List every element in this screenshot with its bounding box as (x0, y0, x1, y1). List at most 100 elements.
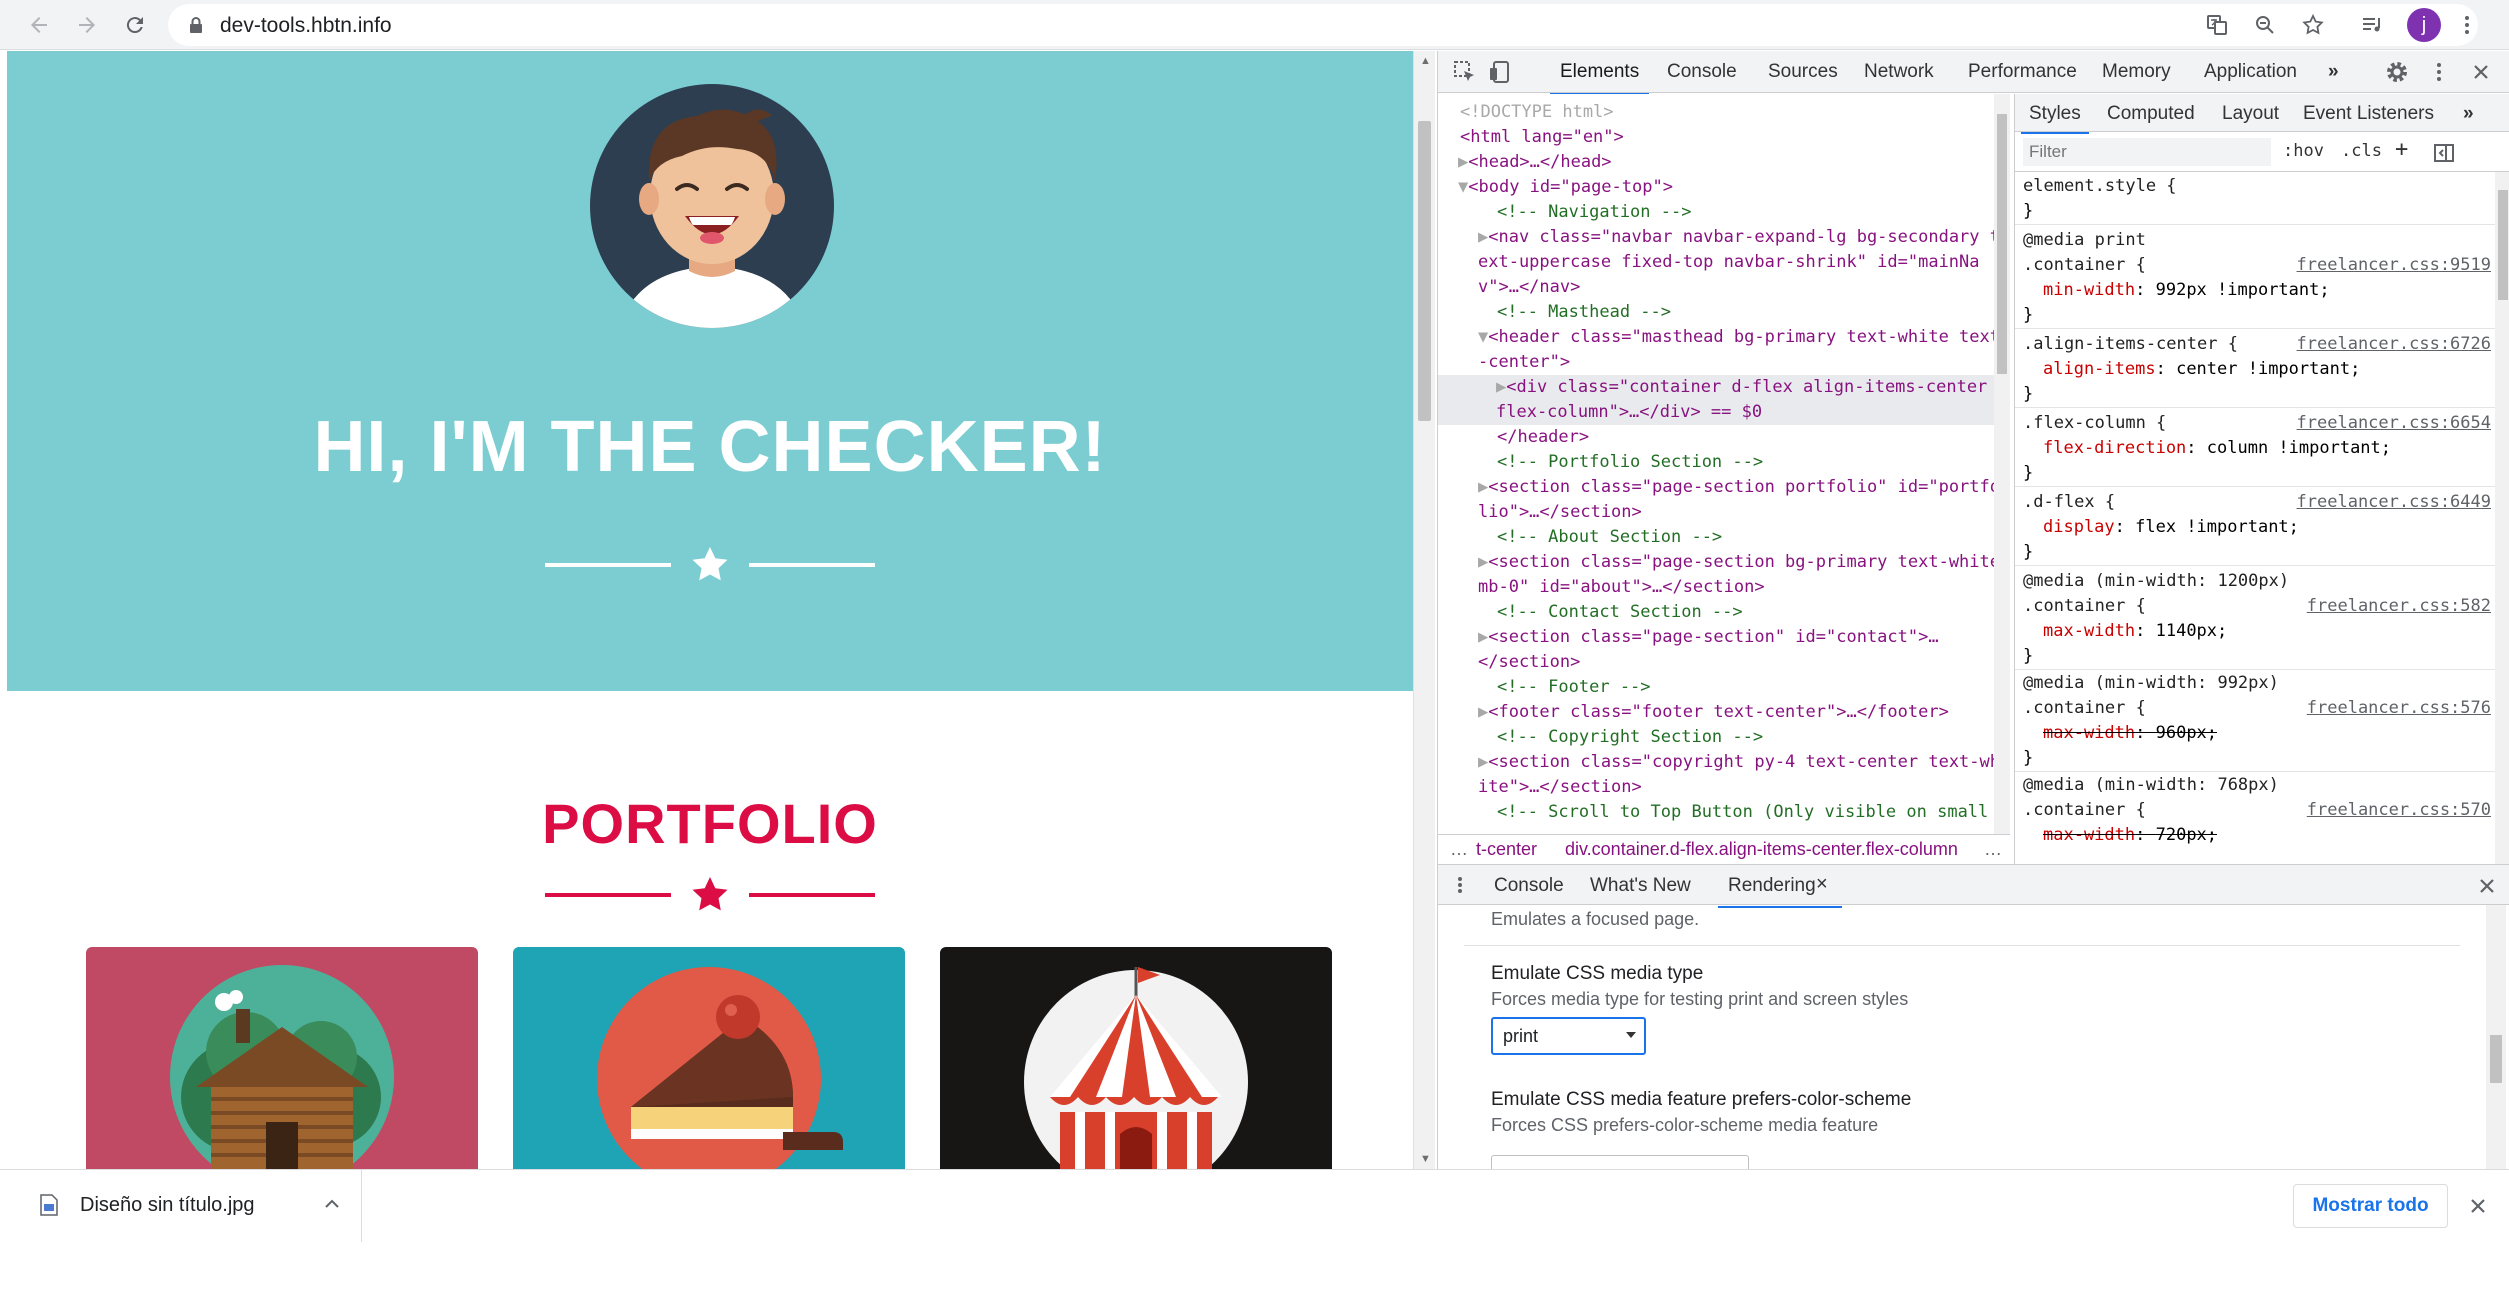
close-icon[interactable] (2468, 59, 2494, 85)
translate-button[interactable] (2200, 8, 2234, 42)
dom-line[interactable]: ▶<head>…</head> (1438, 150, 1996, 175)
class-toggle[interactable]: .cls (2341, 141, 2382, 161)
dom-line[interactable]: <!-- Navigation --> (1438, 200, 1996, 225)
browser-menu-button[interactable] (2450, 8, 2484, 42)
color-scheme-select[interactable] (1491, 1155, 1749, 1170)
page-scrollbar[interactable]: ▲ ▼ (1413, 51, 1435, 1169)
style-rule[interactable]: .d-flex {freelancer.css:6449 display: fl… (2015, 490, 2495, 566)
dom-line[interactable]: ▶<nav class="navbar navbar-expand-lg bg-… (1438, 225, 1996, 250)
portfolio-item-cabin[interactable] (86, 947, 478, 1169)
hover-state-toggle[interactable]: :hov (2283, 141, 2324, 161)
expand-triangle-icon[interactable]: ▶ (1478, 702, 1488, 722)
source-link[interactable]: freelancer.css:9519 (2297, 253, 2491, 278)
styles-filter-input[interactable] (2023, 138, 2271, 166)
source-link[interactable]: freelancer.css:570 (2307, 798, 2491, 823)
portfolio-item-cake[interactable] (513, 947, 905, 1169)
source-link[interactable]: freelancer.css:6449 (2297, 490, 2491, 515)
tab-elements[interactable]: Elements (1549, 61, 1650, 95)
tab-application[interactable]: Application (2204, 61, 2297, 83)
dom-line[interactable]: <!-- Portfolio Section --> (1438, 450, 1996, 475)
media-controls-button[interactable] (2355, 8, 2389, 42)
style-rule[interactable]: .align-items-center {freelancer.css:6726… (2015, 332, 2495, 408)
bookmark-button[interactable] (2296, 8, 2330, 42)
collapse-triangle-icon[interactable]: ▼ (1478, 327, 1488, 347)
more-panes-chevron-icon[interactable]: » (2463, 103, 2474, 125)
portfolio-item-circus[interactable] (940, 947, 1332, 1169)
source-link[interactable]: freelancer.css:582 (2307, 594, 2491, 619)
tab-styles[interactable]: Styles (2021, 103, 2089, 134)
style-rule[interactable]: @media print .container {freelancer.css:… (2015, 228, 2495, 329)
style-rule[interactable]: @media (min-width: 1200px) .container {f… (2015, 569, 2495, 670)
address-bar[interactable]: dev-tools.hbtn.info (168, 4, 2478, 46)
drawer-tab-whats-new[interactable]: What's New (1590, 875, 1691, 897)
device-toolbar-icon[interactable] (1488, 59, 1514, 85)
dom-line[interactable]: ▼<header class="masthead bg-primary text… (1438, 325, 1996, 350)
close-icon[interactable] (2476, 875, 2498, 897)
tab-layout[interactable]: Layout (2222, 103, 2279, 125)
dom-line[interactable]: ite">…</section> (1438, 775, 1996, 800)
dom-line[interactable]: <!-- About Section --> (1438, 525, 1996, 550)
dom-line[interactable]: v">…</nav> (1438, 275, 1996, 300)
expand-triangle-icon[interactable]: ▶ (1496, 377, 1506, 397)
new-rule-button[interactable]: + (2395, 137, 2408, 162)
breadcrumb-ellipsis[interactable]: … (1450, 839, 1468, 860)
dom-line[interactable]: ext-uppercase fixed-top navbar-shrink" i… (1438, 250, 1996, 275)
dom-line[interactable]: mb-0" id="about">…</section> (1438, 575, 1996, 600)
styles-scrollbar[interactable] (2495, 172, 2509, 864)
zoom-button[interactable] (2248, 8, 2282, 42)
tab-event-listeners[interactable]: Event Listeners (2303, 103, 2434, 125)
gear-icon[interactable] (2384, 59, 2410, 85)
dom-line-selected[interactable]: ▶<div class="container d-flex align-item… (1438, 375, 1996, 400)
expand-triangle-icon[interactable]: ▶ (1478, 627, 1488, 647)
tab-console[interactable]: Console (1667, 61, 1737, 83)
sidebar-toggle-icon[interactable] (2433, 142, 2455, 164)
more-tabs-chevron-icon[interactable]: » (2328, 61, 2339, 83)
scrollbar-thumb[interactable] (2498, 190, 2508, 300)
reload-button[interactable] (118, 8, 152, 42)
dom-line[interactable]: lio">…</section> (1438, 500, 1996, 525)
style-rule[interactable]: @media (min-width: 992px) .container {fr… (2015, 671, 2495, 772)
scrollbar-thumb[interactable] (2490, 1035, 2502, 1083)
download-item[interactable]: Diseño sin título.jpg (14, 1170, 362, 1242)
dom-line[interactable]: ▶<section class="page-section" id="conta… (1438, 625, 1996, 650)
style-rule[interactable]: element.style { } (2015, 174, 2495, 225)
source-link[interactable]: freelancer.css:6654 (2297, 411, 2491, 436)
drawer-menu-icon[interactable] (1452, 875, 1468, 895)
scroll-down-arrow-icon[interactable]: ▼ (1420, 1153, 1431, 1165)
dom-scrollbar[interactable] (1994, 94, 2010, 834)
collapse-triangle-icon[interactable]: ▼ (1458, 177, 1468, 197)
dom-line[interactable]: -center"> (1438, 350, 1996, 375)
dom-line[interactable]: ▶<section class="page-section portfolio"… (1438, 475, 1996, 500)
dom-line[interactable]: </section> (1438, 650, 1996, 675)
breadcrumb-item[interactable]: t-center (1476, 839, 1537, 860)
drawer-tab-console[interactable]: Console (1494, 875, 1564, 897)
breadcrumb-ellipsis[interactable]: … (1984, 839, 2002, 860)
tab-network[interactable]: Network (1864, 61, 1934, 83)
inspect-element-icon[interactable] (1452, 59, 1478, 85)
forward-button[interactable] (70, 8, 104, 42)
tab-computed[interactable]: Computed (2107, 103, 2195, 125)
chevron-up-icon[interactable] (320, 1192, 344, 1216)
expand-triangle-icon[interactable]: ▶ (1478, 552, 1488, 572)
tab-performance[interactable]: Performance (1968, 61, 2077, 83)
dom-line[interactable]: ▶<section class="copyright py-4 text-cen… (1438, 750, 1996, 775)
tab-sources[interactable]: Sources (1768, 61, 1838, 83)
dom-line[interactable]: <html lang="en"> (1438, 125, 1996, 150)
dom-tree[interactable]: <!DOCTYPE html> <html lang="en"> ▶<head>… (1438, 94, 1996, 834)
scroll-up-arrow-icon[interactable]: ▲ (1420, 55, 1431, 67)
drawer-scrollbar[interactable] (2486, 905, 2506, 1170)
dom-line[interactable]: ▶<footer class="footer text-center">…</f… (1438, 700, 1996, 725)
dom-line[interactable]: ▼<body id="page-top"> (1438, 175, 1996, 200)
scrollbar-thumb[interactable] (1997, 114, 2007, 374)
profile-avatar[interactable]: j (2407, 8, 2441, 42)
dom-line[interactable]: </header> (1438, 425, 1996, 450)
tab-memory[interactable]: Memory (2102, 61, 2171, 83)
dom-line[interactable]: ▶<section class="page-section bg-primary… (1438, 550, 1996, 575)
show-all-downloads-button[interactable]: Mostrar todo (2293, 1184, 2448, 1228)
dom-line[interactable]: <!-- Footer --> (1438, 675, 1996, 700)
more-vertical-icon[interactable] (2426, 59, 2452, 85)
dom-line[interactable]: <!-- Contact Section --> (1438, 600, 1996, 625)
style-rule[interactable]: @media (min-width: 768px) .container {fr… (2015, 773, 2495, 848)
close-tab-icon[interactable]: × (1816, 873, 1828, 896)
expand-triangle-icon[interactable]: ▶ (1478, 227, 1488, 247)
